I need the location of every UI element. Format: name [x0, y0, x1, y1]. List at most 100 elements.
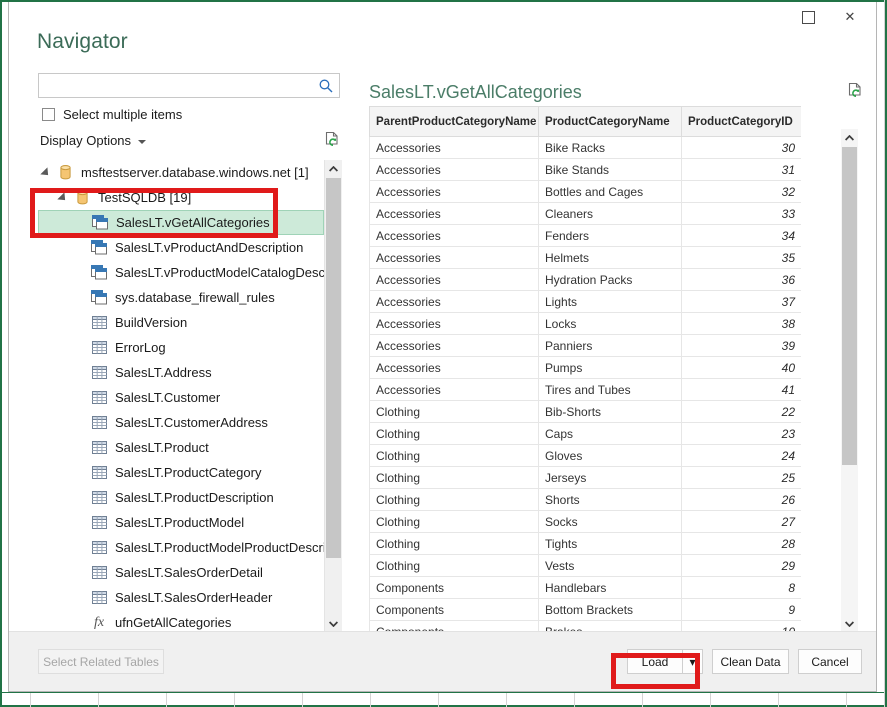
- preview-table: ParentProductCategoryName ProductCategory…: [369, 106, 801, 632]
- preview-title: SalesLT.vGetAllCategories: [369, 82, 582, 102]
- table-header-row: ParentProductCategoryName ProductCategory…: [369, 106, 801, 137]
- table-cell: 41: [681, 378, 801, 401]
- tree-item-label: BuildVersion: [115, 315, 188, 330]
- load-button[interactable]: Load: [627, 649, 683, 674]
- tree-item[interactable]: SalesLT.vProductAndDescription: [38, 235, 324, 260]
- tree-item-label: SalesLT.ProductModel: [115, 515, 245, 530]
- tree-item[interactable]: SalesLT.SalesOrderHeader: [38, 585, 324, 610]
- table-icon: [88, 466, 110, 479]
- excel-gridline: [370, 693, 371, 707]
- tree-item-label: SalesLT.vProductModelCatalogDescription: [115, 265, 324, 280]
- tree-item-label: SalesLT.ProductCategory: [115, 465, 262, 480]
- tree-item[interactable]: msftestserver.database.windows.net [1]: [38, 160, 324, 185]
- tree-item[interactable]: SalesLT.Customer: [38, 385, 324, 410]
- search-box[interactable]: [38, 73, 340, 98]
- tree-item[interactable]: SalesLT.Address: [38, 360, 324, 385]
- expand-collapse-icon[interactable]: [38, 166, 54, 179]
- table-icon: [88, 566, 110, 579]
- table-icon: [88, 441, 110, 454]
- scroll-down-icon[interactable]: [325, 615, 342, 632]
- tree-item-label: msftestserver.database.windows.net [1]: [81, 165, 309, 180]
- tree-item-label: SalesLT.vProductAndDescription: [115, 240, 304, 255]
- table-cell: Accessories: [369, 290, 539, 313]
- table-row: Components Handlebars 8: [369, 576, 801, 599]
- table-cell: Handlebars: [538, 576, 682, 599]
- tree-item-selected[interactable]: SalesLT.vGetAllCategories: [38, 210, 324, 235]
- table-cell: Clothing: [369, 532, 539, 555]
- excel-gridline: [438, 693, 439, 707]
- search-input[interactable]: [39, 74, 313, 97]
- tree-item-label: ErrorLog: [115, 340, 166, 355]
- table-cell: 33: [681, 202, 801, 225]
- table-cell: 39: [681, 334, 801, 357]
- table-row: Accessories Locks 38: [369, 312, 801, 335]
- table-cell: Accessories: [369, 136, 539, 159]
- refresh-icon[interactable]: [847, 82, 864, 100]
- tree-item[interactable]: SalesLT.CustomerAddress: [38, 410, 324, 435]
- tree-item[interactable]: fx ufnGetAllCategories: [38, 610, 324, 632]
- tree-item-label: SalesLT.vGetAllCategories: [116, 215, 270, 230]
- table-row: Accessories Lights 37: [369, 290, 801, 313]
- table-cell: 30: [681, 136, 801, 159]
- scroll-down-icon[interactable]: [841, 615, 858, 632]
- expand-collapse-icon[interactable]: [55, 191, 71, 204]
- excel-gridline: [506, 693, 507, 707]
- excel-gridline: [778, 693, 779, 707]
- excel-gridline: [884, 0, 885, 707]
- table-cell: 28: [681, 532, 801, 555]
- preview-scrollbar-thumb[interactable]: [842, 147, 857, 465]
- table-cell: Vests: [538, 554, 682, 577]
- close-icon[interactable]: ✕: [830, 2, 870, 32]
- table-cell: Clothing: [369, 488, 539, 511]
- table-row: Clothing Vests 29: [369, 554, 801, 577]
- table-cell: 36: [681, 268, 801, 291]
- dialog-footer: Select Related Tables Load ▾ Clean Data …: [9, 631, 876, 691]
- scroll-up-icon[interactable]: [841, 129, 858, 146]
- table-icon: [88, 391, 110, 404]
- load-dropdown-button[interactable]: ▾: [682, 649, 703, 674]
- column-header[interactable]: ProductCategoryID: [681, 106, 801, 137]
- tree-item[interactable]: SalesLT.Product: [38, 435, 324, 460]
- tree-item[interactable]: SalesLT.ProductCategory: [38, 460, 324, 485]
- table-cell: Pumps: [538, 356, 682, 379]
- select-multiple-items-checkbox-row[interactable]: Select multiple items: [42, 107, 182, 122]
- object-tree[interactable]: msftestserver.database.windows.net [1] Te…: [38, 160, 324, 632]
- refresh-icon[interactable]: [324, 131, 341, 149]
- tree-scrollbar[interactable]: [324, 160, 342, 632]
- table-cell: Shorts: [538, 488, 682, 511]
- tree-item[interactable]: ErrorLog: [38, 335, 324, 360]
- tree-scrollbar-thumb[interactable]: [326, 178, 341, 558]
- tree-item[interactable]: BuildVersion: [38, 310, 324, 335]
- column-header[interactable]: ProductCategoryName: [538, 106, 682, 137]
- table-cell: Jerseys: [538, 466, 682, 489]
- checkbox-unchecked-icon[interactable]: [42, 108, 55, 121]
- table-icon: [88, 416, 110, 429]
- table-cell: Accessories: [369, 378, 539, 401]
- maximize-icon[interactable]: [788, 2, 828, 32]
- scroll-up-icon[interactable]: [325, 160, 342, 177]
- table-cell: Accessories: [369, 268, 539, 291]
- clean-data-button[interactable]: Clean Data: [712, 649, 789, 674]
- preview-scrollbar[interactable]: [841, 129, 858, 632]
- tree-item[interactable]: SalesLT.ProductDescription: [38, 485, 324, 510]
- column-header[interactable]: ParentProductCategoryName: [369, 106, 539, 137]
- tree-item[interactable]: SalesLT.ProductModel: [38, 510, 324, 535]
- preview-table-container: ParentProductCategoryName ProductCategory…: [369, 106, 801, 632]
- tree-item-label: SalesLT.SalesOrderHeader: [115, 590, 273, 605]
- table-row: Accessories Bike Stands 31: [369, 158, 801, 181]
- tree-item[interactable]: SalesLT.ProductModelProductDescription: [38, 535, 324, 560]
- excel-gridline: [98, 693, 99, 707]
- tree-item[interactable]: SalesLT.SalesOrderDetail: [38, 560, 324, 585]
- table-cell: 23: [681, 422, 801, 445]
- chevron-down-icon: [138, 140, 147, 144]
- tree-item[interactable]: SalesLT.vProductModelCatalogDescription: [38, 260, 324, 285]
- tree-item[interactable]: sys.database_firewall_rules: [38, 285, 324, 310]
- cancel-button[interactable]: Cancel: [798, 649, 862, 674]
- display-options-dropdown[interactable]: Display Options: [40, 133, 147, 148]
- table-cell: Clothing: [369, 466, 539, 489]
- table-cell: Components: [369, 576, 539, 599]
- select-related-tables-button[interactable]: Select Related Tables: [38, 649, 164, 674]
- tree-item[interactable]: TestSQLDB [19]: [38, 185, 324, 210]
- select-multiple-items-label: Select multiple items: [63, 107, 183, 122]
- dialog-titlebar: ✕: [9, 2, 876, 32]
